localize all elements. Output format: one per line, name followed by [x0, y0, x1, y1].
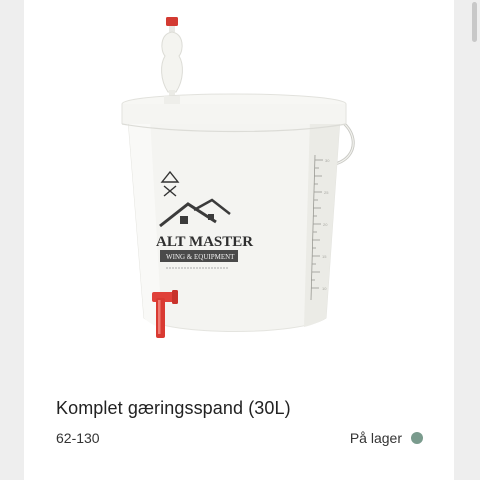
- product-sku: 62-130: [56, 430, 100, 446]
- svg-text:15: 15: [322, 254, 327, 259]
- svg-text:20: 20: [323, 222, 328, 227]
- stock-status-label: På lager: [349, 430, 402, 446]
- airlock: [161, 31, 183, 93]
- airlock-cap: [166, 17, 178, 26]
- scrollbar-thumb[interactable]: [472, 2, 477, 42]
- svg-text:10: 10: [322, 286, 327, 291]
- product-image[interactable]: 30 25 20 15 10 ALT MASTER WING & EQUIPME…: [120, 0, 360, 345]
- page: 30 25 20 15 10 ALT MASTER WING & EQUIPME…: [0, 0, 480, 480]
- stock-status-indicator-icon: [411, 432, 423, 444]
- svg-text:WING & EQUIPMENT: WING & EQUIPMENT: [166, 253, 235, 261]
- svg-text:25: 25: [324, 190, 329, 195]
- stock-status: På lager: [350, 430, 423, 446]
- svg-text:30: 30: [325, 158, 330, 163]
- product-title[interactable]: Komplet gæringsspand (30L): [56, 398, 291, 419]
- svg-text:ALT MASTER: ALT MASTER: [156, 234, 253, 250]
- product-card[interactable]: 30 25 20 15 10 ALT MASTER WING & EQUIPME…: [24, 0, 454, 480]
